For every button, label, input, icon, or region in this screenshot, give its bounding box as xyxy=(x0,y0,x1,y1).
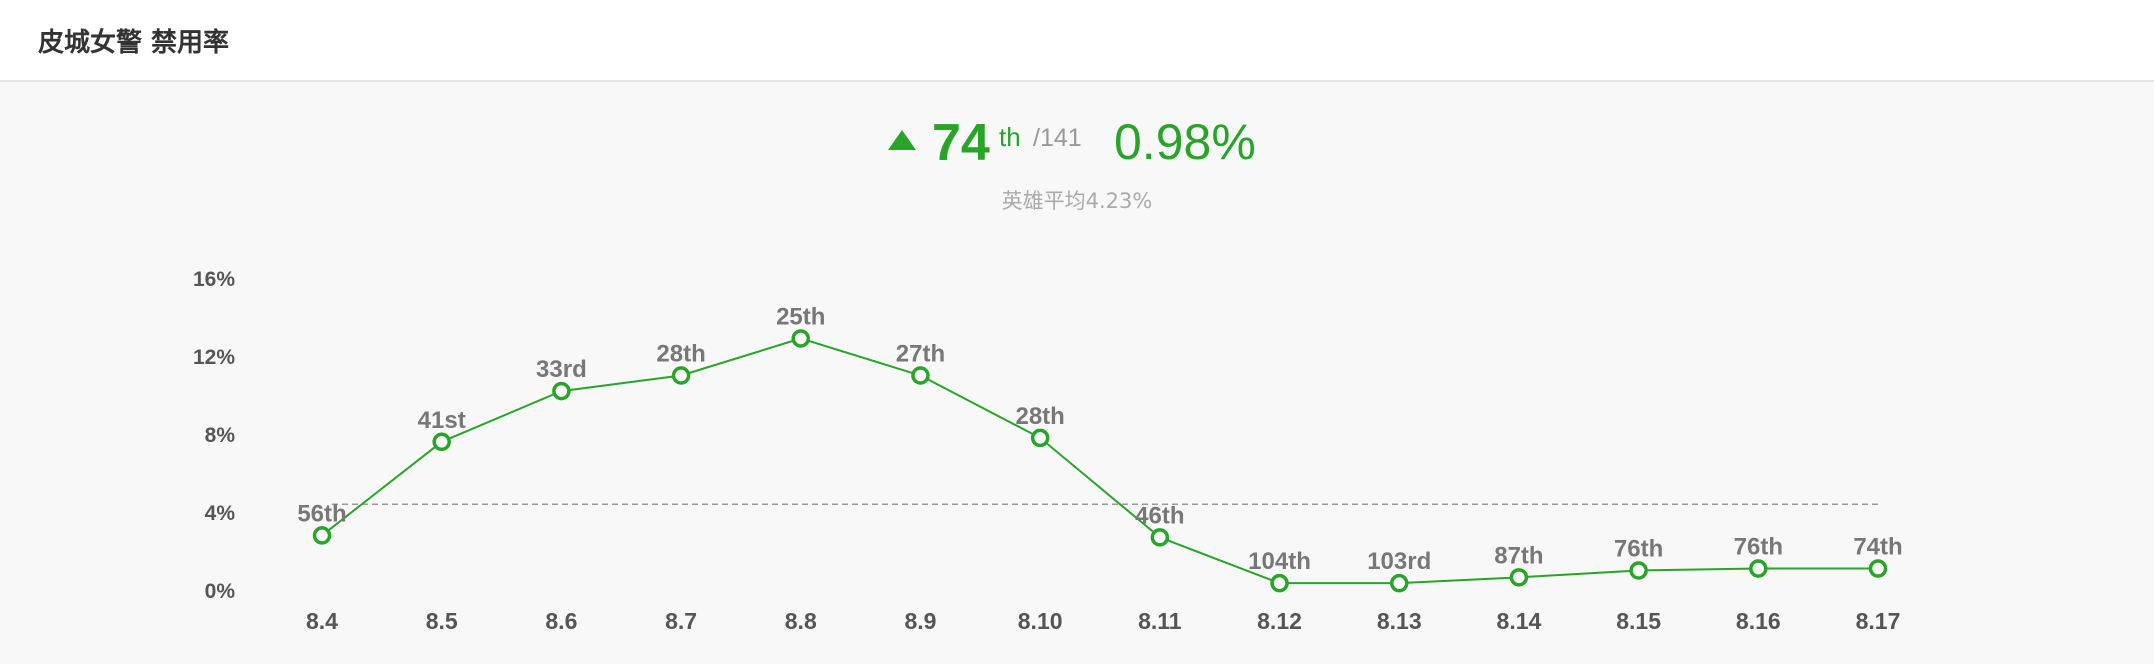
data-label: 27th xyxy=(896,341,945,368)
data-point xyxy=(911,366,930,385)
data-label: 41st xyxy=(418,407,466,434)
data-point xyxy=(432,432,451,452)
data-label: 103rd xyxy=(1367,548,1431,575)
data-point xyxy=(1749,559,1768,578)
data-label: 76th xyxy=(1734,534,1783,561)
x-tick-label: 8.14 xyxy=(1497,608,1542,634)
data-label: 74th xyxy=(1853,534,1902,561)
data-point xyxy=(1150,528,1170,547)
data-label: 87th xyxy=(1494,542,1543,569)
x-tick-label: 8.12 xyxy=(1257,608,1302,634)
x-tick-label: 8.10 xyxy=(1018,608,1063,634)
data-label: 28th xyxy=(656,341,705,368)
data-label: 76th xyxy=(1614,536,1663,563)
x-tick-label: 8.6 xyxy=(545,608,577,634)
x-tick-label: 8.15 xyxy=(1616,608,1661,634)
data-point xyxy=(1629,561,1648,580)
data-point xyxy=(1030,428,1050,448)
data-point xyxy=(1270,573,1289,593)
data-point xyxy=(791,329,811,348)
data-label: 46th xyxy=(1135,502,1184,529)
data-label: 28th xyxy=(1015,403,1064,430)
data-label: 33rd xyxy=(536,356,587,383)
y-tick-label: 16% xyxy=(193,268,235,291)
x-tick-label: 8.13 xyxy=(1377,608,1422,634)
x-tick-label: 8.7 xyxy=(665,608,697,634)
y-tick-label: 4% xyxy=(205,502,236,525)
x-tick-label: 8.9 xyxy=(904,608,936,634)
data-label: 56th xyxy=(297,500,346,527)
data-label: 25th xyxy=(776,303,825,330)
x-tick-label: 8.17 xyxy=(1856,608,1901,634)
line-chart: 0% 4% 8% 12% 16% 8.4 8.5 8.6 8.7 8.8 8.9 8.10 8.11 8.… xyxy=(193,268,1903,634)
data-point xyxy=(552,381,571,401)
y-tick-label: 12% xyxy=(193,346,235,369)
x-tick-label: 8.8 xyxy=(785,608,817,634)
data-point xyxy=(1868,559,1888,578)
y-tick-label: 8% xyxy=(205,424,236,447)
data-point xyxy=(1509,568,1529,587)
data-point xyxy=(1389,573,1409,593)
x-tick-label: 8.11 xyxy=(1138,608,1182,634)
x-tick-label: 8.5 xyxy=(426,608,458,634)
x-tick-label: 8.16 xyxy=(1736,608,1781,634)
x-tick-label: 8.4 xyxy=(306,608,338,634)
y-tick-label: 0% xyxy=(205,580,236,603)
data-point xyxy=(671,366,691,385)
data-label: 104th xyxy=(1248,548,1311,575)
data-point xyxy=(312,526,332,545)
